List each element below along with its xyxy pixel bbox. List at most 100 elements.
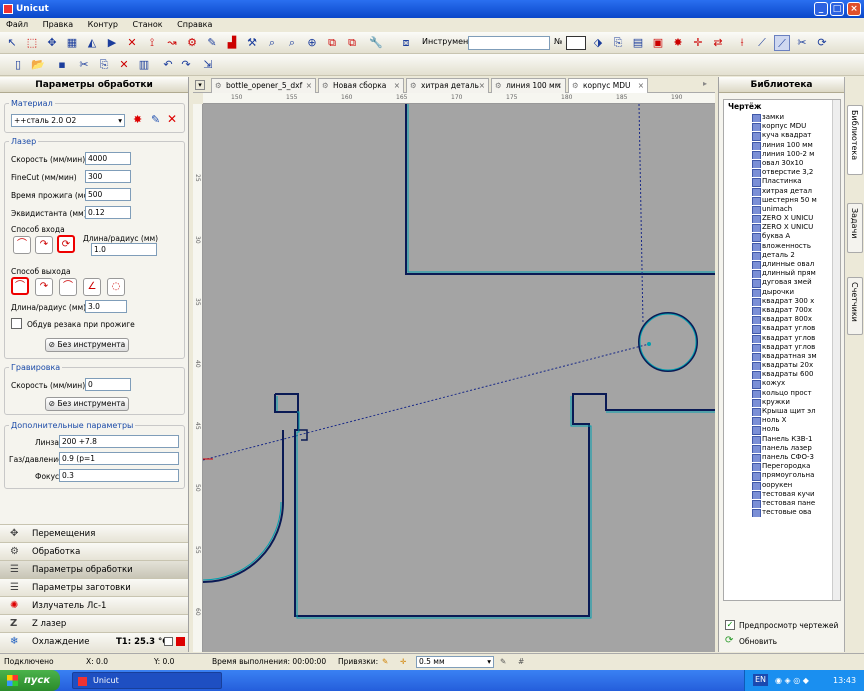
new-file-icon[interactable]: ▯ <box>10 57 26 73</box>
gas-input[interactable]: 0.9 (р=1 <box>59 452 179 465</box>
library-scrollbar[interactable] <box>832 100 840 600</box>
blow-checkbox[interactable] <box>11 318 22 329</box>
snap-value-select[interactable]: 0.5 мм ▾ <box>416 656 494 668</box>
exit-loop-icon[interactable]: ◌ <box>107 278 125 296</box>
wrench-icon[interactable]: 🔧 <box>368 35 384 51</box>
grid-toggle-icon[interactable]: # <box>518 654 524 670</box>
library-item[interactable]: шестерня 50 м <box>724 196 840 205</box>
ungroup-icon[interactable]: ⧉ <box>344 35 360 51</box>
undo-icon[interactable]: ↶ <box>160 57 176 73</box>
library-item[interactable]: отверстие 3,2 <box>724 168 840 178</box>
nav-movements[interactable]: ✥ Перемещения <box>0 524 188 542</box>
brush-icon[interactable]: ▟ <box>224 35 240 51</box>
library-item[interactable]: оорукен <box>724 481 840 490</box>
library-item[interactable]: квадраты 600 <box>724 370 840 380</box>
tab-list-icon[interactable]: ▾ <box>195 80 205 90</box>
library-item[interactable]: квадрат углов <box>724 334 840 343</box>
menu-contour[interactable]: Контур <box>82 18 124 32</box>
library-item[interactable]: тестовая кучи <box>724 490 840 499</box>
explode-icon[interactable]: ✸ <box>670 35 686 51</box>
mirror-icon[interactable]: ◭ <box>84 35 100 51</box>
library-item[interactable]: замки <box>724 113 840 123</box>
exit-length-input[interactable]: 3.0 <box>85 300 127 313</box>
library-item[interactable]: Панель КЗВ-1 <box>724 435 840 444</box>
delete-icon[interactable]: ✕ <box>116 57 132 73</box>
close-tab-icon[interactable]: × <box>556 79 562 93</box>
doc-tab[interactable]: ⚙ хитрая деталь × <box>406 78 489 93</box>
side-tab-library[interactable]: Библиотека <box>847 105 863 175</box>
language-indicator[interactable]: EN <box>753 674 769 686</box>
library-item[interactable]: ноль <box>724 425 840 435</box>
library-item[interactable]: панель СФО-3 <box>724 453 840 463</box>
library-item[interactable]: буква А <box>724 232 840 242</box>
laser-no-tool-button[interactable]: ⊘ Без инструмента <box>45 338 129 352</box>
close-button[interactable]: × <box>847 2 861 16</box>
exit-line-icon[interactable]: ⌒ <box>11 277 29 295</box>
engrave-no-tool-button[interactable]: ⊘ Без инструмента <box>45 397 129 411</box>
speed-input[interactable]: 4000 <box>85 152 131 165</box>
entry-arc-icon[interactable]: ↷ <box>35 236 53 254</box>
open-file-icon[interactable]: 📂 <box>30 57 46 73</box>
library-item[interactable]: дырочки <box>724 288 840 297</box>
refresh-label[interactable]: Обновить <box>739 637 777 646</box>
library-item[interactable]: кружки <box>724 398 840 407</box>
library-item[interactable]: корпус MDU <box>724 122 840 132</box>
cut-mode-icon[interactable]: ⟋ <box>774 35 790 51</box>
zoom-window-icon[interactable]: ⌕ <box>284 35 300 51</box>
nest-icon[interactable]: ▣ <box>650 35 666 51</box>
pierce-input[interactable]: 500 <box>85 188 131 201</box>
save-icon[interactable]: ▪ <box>54 57 70 73</box>
tool-assign-icon[interactable]: ⧈ <box>398 35 414 51</box>
snap-pen-icon[interactable]: ✎ <box>382 654 388 670</box>
redo-icon[interactable]: ↷ <box>178 57 194 73</box>
library-item[interactable]: квадрат 300 х <box>724 297 840 306</box>
bridge-icon[interactable]: ⟊ <box>734 35 750 51</box>
exit-curve-icon[interactable]: ⌒ <box>59 278 77 296</box>
library-item[interactable]: вложенность <box>724 242 840 251</box>
nav-z-laser[interactable]: Z Z лазер <box>0 614 188 632</box>
doc-tab[interactable]: ⚙ bottle_opener_5_dxf × <box>211 78 316 93</box>
library-item[interactable]: линия 100 мм <box>724 141 840 150</box>
doc-tab[interactable]: ⚙ корпус MDU × <box>568 78 648 93</box>
library-item[interactable]: квадраты 20х <box>724 361 840 371</box>
select-arrow-icon[interactable]: ↖ <box>4 35 20 51</box>
auto-icon[interactable]: ⚙ <box>184 35 200 51</box>
zoom-in-icon[interactable]: ⊕ <box>304 35 320 51</box>
sim-icon[interactable]: ✂ <box>794 35 810 51</box>
nav-processing[interactable]: ⚙ Обработка <box>0 542 188 560</box>
entry-length-input[interactable]: 1.0 <box>91 243 157 256</box>
tab-scroll-icon[interactable]: ▸ <box>703 79 707 88</box>
doc-tab[interactable]: ⚙ Новая сборка × <box>318 78 404 93</box>
close-tab-icon[interactable]: × <box>394 79 400 93</box>
copy-icon[interactable]: ⎘ <box>610 35 626 51</box>
nav-emitter[interactable]: ✺ Излучатель Лс-1 <box>0 596 188 614</box>
side-tab-counters[interactable]: Счетчики <box>847 277 863 335</box>
snap-edit-icon[interactable]: ✎ <box>500 654 506 670</box>
library-item[interactable]: хитрая детал <box>724 187 840 196</box>
snap-point-icon[interactable]: ✛ <box>400 654 406 670</box>
paste-doc-icon[interactable]: ▥ <box>136 57 152 73</box>
material-select[interactable]: ++сталь 2.0 О2 ▾ <box>11 114 125 127</box>
menu-file[interactable]: Файл <box>0 18 34 32</box>
library-item[interactable]: квадрат углов <box>724 324 840 334</box>
refresh-icon[interactable]: ⟳ <box>725 635 733 646</box>
close-tab-icon[interactable]: × <box>638 79 644 93</box>
library-item[interactable]: кожух <box>724 379 840 389</box>
taskbar-app-button[interactable]: Unicut <box>72 672 222 689</box>
library-item[interactable]: тестовая пане <box>724 499 840 509</box>
library-item[interactable]: прямоугольна <box>724 471 840 481</box>
cut-icon[interactable]: ✂ <box>76 57 92 73</box>
node-icon[interactable]: ✕ <box>124 35 140 51</box>
doc-tab[interactable]: ⚙ линия 100 мм × <box>491 78 566 93</box>
library-item[interactable]: квадратная зм <box>724 352 840 362</box>
maximize-button[interactable]: □ <box>830 2 844 16</box>
exit-angle-icon[interactable]: ∠ <box>83 278 101 296</box>
minimize-button[interactable]: _ <box>814 2 828 16</box>
select-contour-icon[interactable]: ⬚ <box>24 35 40 51</box>
library-item[interactable]: ZERO X UNICU <box>724 223 840 233</box>
exit-arc-icon[interactable]: ↷ <box>35 278 53 296</box>
flip-icon[interactable]: ▶ <box>104 35 120 51</box>
paste-icon[interactable]: ▤ <box>630 35 646 51</box>
focus-input[interactable]: 0.3 <box>59 469 179 482</box>
library-item[interactable]: квадрат 700х <box>724 306 840 316</box>
